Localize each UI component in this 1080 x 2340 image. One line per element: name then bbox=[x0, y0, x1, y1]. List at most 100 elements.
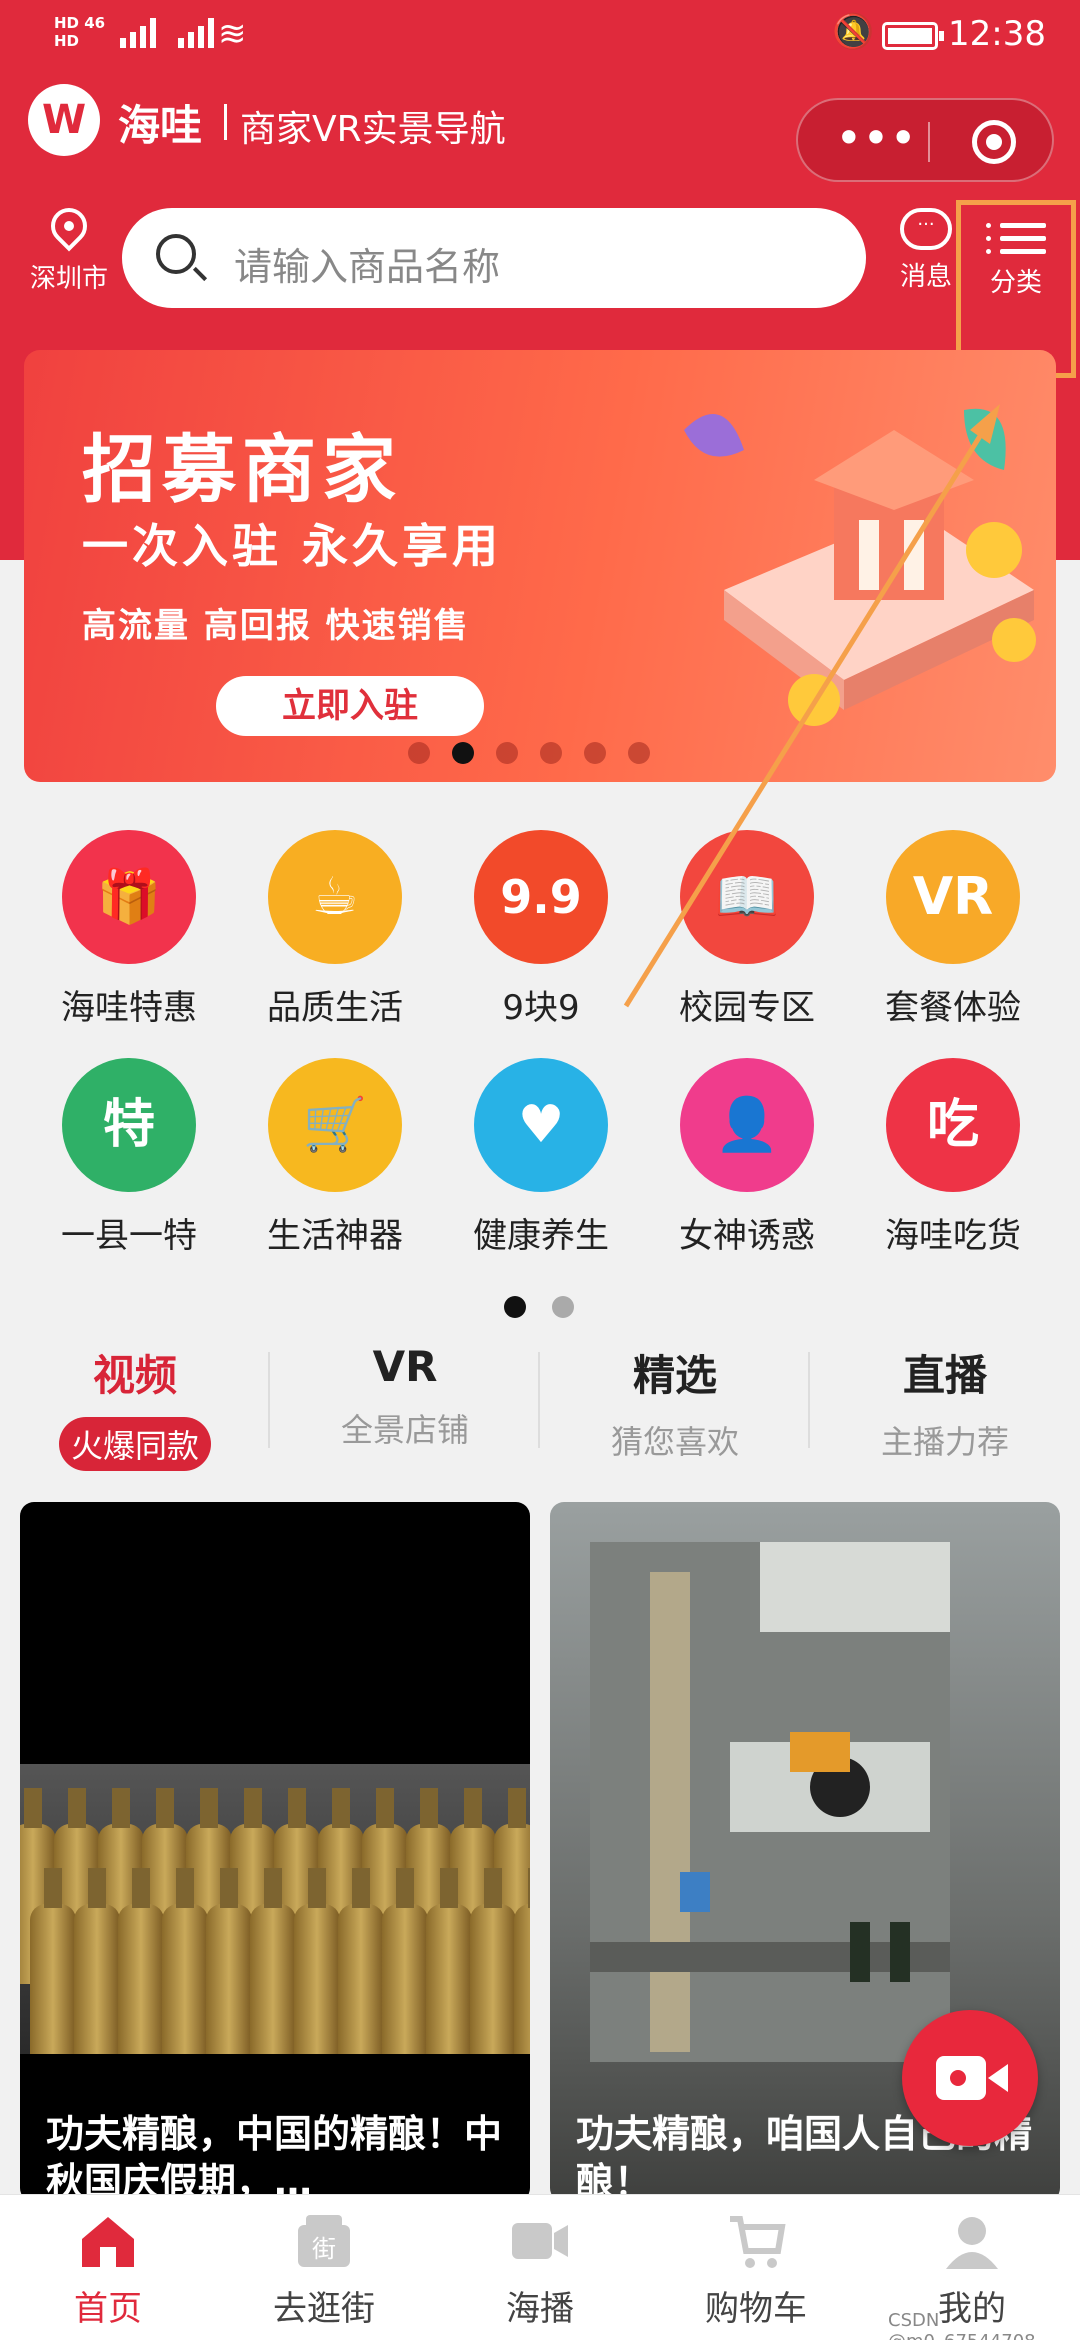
heart-pulse-icon: ♥ bbox=[474, 1058, 608, 1192]
signal-icon bbox=[120, 16, 214, 48]
miniprogram-capsule: ••• bbox=[796, 98, 1054, 182]
category-label: 生活神器 bbox=[267, 1216, 403, 1256]
category-item[interactable]: VR 套餐体验 bbox=[850, 830, 1056, 1029]
more-options-button[interactable]: ••• bbox=[828, 115, 924, 166]
category-label: 校园专区 bbox=[679, 988, 815, 1028]
bottle bbox=[250, 1868, 296, 2054]
search-input[interactable]: 请输入商品名称 bbox=[122, 208, 866, 308]
nine-nine-icon: 9.9 bbox=[474, 830, 608, 964]
chat-bubble-icon: ··· bbox=[900, 208, 952, 250]
video-card[interactable]: 功夫精酿，中国的精酿！中秋国庆假期，… bbox=[20, 1502, 530, 2202]
app-logo: W bbox=[28, 84, 100, 156]
video-thumbnail-bottles bbox=[20, 1764, 530, 2054]
category-label: 9块9 bbox=[502, 988, 580, 1028]
bottle bbox=[426, 1868, 472, 2054]
tab-divider bbox=[808, 1352, 810, 1448]
bottle bbox=[206, 1868, 252, 2054]
tab-divider bbox=[538, 1352, 540, 1448]
category-label: 一县一特 bbox=[61, 1216, 197, 1256]
banner-title: 招募商家 bbox=[82, 427, 402, 513]
nav-item[interactable]: 首页 bbox=[0, 2211, 216, 2330]
te-char-icon: 特 bbox=[62, 1058, 196, 1192]
vr-crown-icon: VR bbox=[886, 830, 1020, 964]
nav-item[interactable]: 海播 bbox=[432, 2211, 648, 2330]
tab-subtitle: 猜您喜欢 bbox=[610, 1423, 739, 1461]
category-item[interactable]: 📖 校园专区 bbox=[644, 830, 850, 1029]
shopping-cart-icon: 🛒 bbox=[268, 1058, 402, 1192]
banner-dot[interactable] bbox=[584, 742, 606, 764]
coffee-cup-icon: ☕ bbox=[268, 830, 402, 964]
category-label: 健康养生 bbox=[473, 1216, 609, 1256]
grid-pagination bbox=[504, 1296, 574, 1318]
tab-item[interactable]: VR 全景店铺 bbox=[270, 1342, 540, 1451]
home-icon bbox=[76, 2211, 140, 2271]
bottle bbox=[294, 1868, 340, 2054]
record-video-button[interactable] bbox=[902, 2010, 1038, 2146]
join-now-button[interactable]: 立即入驻 bbox=[216, 676, 484, 736]
close-miniprogram-button[interactable] bbox=[972, 120, 1016, 164]
reading-person-icon: 📖 bbox=[680, 830, 814, 964]
gift-icon: 🎁 bbox=[62, 830, 196, 964]
category-item[interactable]: 吃海哇吃货 bbox=[850, 1058, 1056, 1257]
location-label: 深圳市 bbox=[29, 264, 108, 294]
bottle bbox=[338, 1868, 384, 2054]
category-label: 分类 bbox=[989, 268, 1042, 298]
bottle bbox=[382, 1868, 428, 2054]
nav-label: 首页 bbox=[74, 2289, 142, 2329]
category-label: 海哇特惠 bbox=[61, 988, 197, 1028]
grid-page-dot[interactable] bbox=[552, 1296, 574, 1318]
tab-item[interactable]: 视频 火爆同款 bbox=[0, 1342, 270, 1471]
video-thumbnail-machine bbox=[590, 1542, 950, 2062]
tab-item[interactable]: 精选 猜您喜欢 bbox=[540, 1342, 810, 1463]
storefront-illustration bbox=[684, 408, 1036, 726]
bottle bbox=[30, 1868, 76, 2054]
banner-dot[interactable] bbox=[628, 742, 650, 764]
messages-label: 消息 bbox=[899, 262, 952, 292]
nav-item[interactable]: 街去逛街 bbox=[216, 2211, 432, 2330]
promo-banner[interactable]: 招募商家 一次入驻 永久享用 高流量 高回报 快速销售 立即入驻 bbox=[24, 350, 1056, 782]
bell-muted-icon: 🔕 bbox=[832, 12, 875, 52]
profile-icon bbox=[940, 2211, 1004, 2271]
banner-dot[interactable] bbox=[452, 742, 474, 764]
wifi-icon: ≋ bbox=[218, 14, 247, 54]
tab-subtitle: 全景店铺 bbox=[340, 1411, 469, 1449]
capsule-divider bbox=[928, 122, 930, 162]
category-item[interactable]: ♥ 健康养生 bbox=[438, 1058, 644, 1257]
bottle bbox=[162, 1868, 208, 2054]
nav-item[interactable]: 购物车 bbox=[648, 2211, 864, 2330]
category-item[interactable]: ☕ 品质生活 bbox=[232, 830, 438, 1029]
location-selector[interactable]: 深圳市 bbox=[24, 200, 114, 295]
category-item[interactable]: 9.9 9块9 bbox=[438, 830, 644, 1029]
category-label: 女神诱惑 bbox=[679, 1216, 815, 1256]
banner-tagline: 高流量 高回报 快速销售 bbox=[82, 606, 470, 646]
video-camera-icon bbox=[508, 2211, 572, 2271]
tab-title: 视频 bbox=[92, 1351, 177, 1400]
tab-title: VR bbox=[372, 1342, 438, 1391]
tab-subtitle: 主播力荐 bbox=[880, 1423, 1009, 1461]
page-title: 商家VR实景导航 bbox=[240, 109, 506, 150]
grid-page-dot[interactable] bbox=[504, 1296, 526, 1318]
category-label: 品质生活 bbox=[267, 988, 403, 1028]
category-label: 海哇吃货 bbox=[885, 1216, 1021, 1256]
tab-subtitle: 火爆同款 bbox=[58, 1417, 211, 1471]
category-item[interactable]: 🛒 生活神器 bbox=[232, 1058, 438, 1257]
messages-button[interactable]: ··· 消息 bbox=[896, 208, 956, 293]
status-bar: HD 46 HD ≋ 🔕 12:38 bbox=[0, 0, 1080, 75]
nav-label: 购物车 bbox=[705, 2289, 807, 2329]
banner-dot[interactable] bbox=[540, 742, 562, 764]
bottle bbox=[118, 1868, 164, 2054]
banner-dot[interactable] bbox=[408, 742, 430, 764]
network-indicator: HD 46 HD bbox=[54, 14, 106, 50]
bottle bbox=[470, 1868, 516, 2054]
tab-title: 直播 bbox=[902, 1351, 987, 1400]
category-item[interactable]: 🎁 海哇特惠 bbox=[26, 830, 232, 1029]
tab-item[interactable]: 直播 主播力荐 bbox=[810, 1342, 1080, 1463]
category-item[interactable]: 特一县一特 bbox=[26, 1058, 232, 1257]
chi-char-icon: 吃 bbox=[886, 1058, 1020, 1192]
watermark: CSDN @m0_67544708 bbox=[888, 2310, 1036, 2340]
banner-dot[interactable] bbox=[496, 742, 518, 764]
woman-head-icon: 👤 bbox=[680, 1058, 814, 1192]
banner-subtitle: 一次入驻 永久享用 bbox=[82, 519, 503, 573]
category-item[interactable]: 👤 女神诱惑 bbox=[644, 1058, 850, 1257]
bottle bbox=[74, 1868, 120, 2054]
